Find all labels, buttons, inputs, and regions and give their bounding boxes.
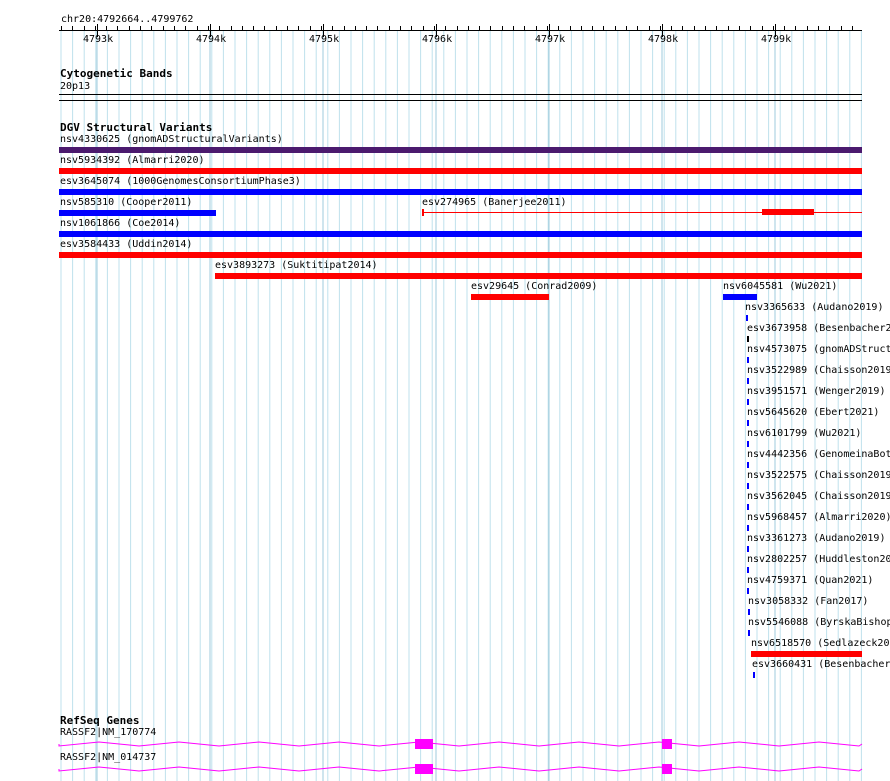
gene-intron-line	[58, 741, 863, 747]
gene-models	[58, 739, 863, 774]
gene-intron-line	[58, 766, 863, 772]
gene-exon	[662, 764, 672, 774]
gene-exon	[415, 764, 433, 774]
gene-exon	[662, 739, 672, 749]
gene-exon	[415, 739, 433, 749]
